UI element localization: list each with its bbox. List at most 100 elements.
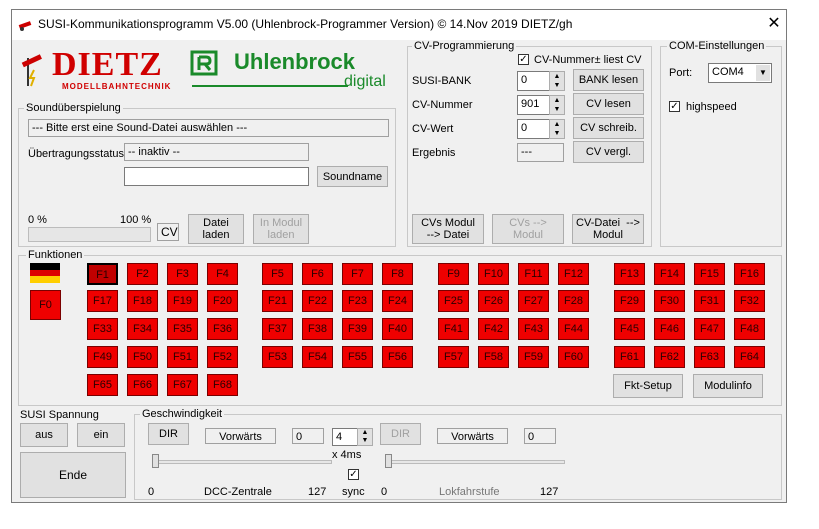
function-button-f8[interactable]: F8 (382, 263, 413, 285)
function-button-f39[interactable]: F39 (342, 318, 373, 340)
function-button-f42[interactable]: F42 (478, 318, 509, 340)
close-icon[interactable]: ✕ (764, 14, 784, 34)
lok-speed-slider[interactable] (385, 460, 565, 464)
function-button-f32[interactable]: F32 (734, 290, 765, 312)
function-button-f12[interactable]: F12 (558, 263, 589, 285)
function-button-f60[interactable]: F60 (558, 346, 589, 368)
chevron-down-icon[interactable]: ▼ (756, 65, 770, 81)
cvs-to-module-button[interactable]: CVs --> Modul (492, 214, 564, 244)
step-spinner[interactable]: ▲ ▼ (357, 428, 373, 446)
cvs-module-to-file-button[interactable]: CVs Modul --> Datei (412, 214, 484, 244)
cv-number-spinner[interactable]: ▲ ▼ (549, 95, 565, 115)
cv-value-input[interactable]: 0 (517, 119, 550, 139)
function-button-f50[interactable]: F50 (127, 346, 158, 368)
function-button-f66[interactable]: F66 (127, 374, 158, 396)
step-input[interactable]: 4 (332, 428, 358, 446)
dir-button-left[interactable]: DIR (148, 423, 189, 445)
function-button-f0[interactable]: F0 (30, 290, 61, 320)
function-button-f1[interactable]: F1 (87, 263, 118, 285)
voltage-on-button[interactable]: ein (77, 423, 125, 447)
function-button-f6[interactable]: F6 (302, 263, 333, 285)
function-button-f14[interactable]: F14 (654, 263, 685, 285)
function-button-f16[interactable]: F16 (734, 263, 765, 285)
function-button-f62[interactable]: F62 (654, 346, 685, 368)
function-button-f4[interactable]: F4 (207, 263, 238, 285)
function-button-f28[interactable]: F28 (558, 290, 589, 312)
fkt-setup-button[interactable]: Fkt-Setup (613, 374, 683, 398)
dcc-slider-thumb[interactable] (152, 454, 159, 468)
function-button-f36[interactable]: F36 (207, 318, 238, 340)
function-button-f41[interactable]: F41 (438, 318, 469, 340)
function-button-f35[interactable]: F35 (167, 318, 198, 340)
soundname-button[interactable]: Soundname (317, 166, 388, 187)
function-button-f2[interactable]: F2 (127, 263, 158, 285)
function-button-f20[interactable]: F20 (207, 290, 238, 312)
bank-input[interactable]: 0 (517, 71, 550, 91)
function-button-f25[interactable]: F25 (438, 290, 469, 312)
function-button-f40[interactable]: F40 (382, 318, 413, 340)
function-button-f31[interactable]: F31 (694, 290, 725, 312)
function-button-f43[interactable]: F43 (518, 318, 549, 340)
function-button-f5[interactable]: F5 (262, 263, 293, 285)
function-button-f19[interactable]: F19 (167, 290, 198, 312)
cv-compare-button[interactable]: CV vergl. (573, 141, 644, 163)
function-button-f44[interactable]: F44 (558, 318, 589, 340)
function-button-f30[interactable]: F30 (654, 290, 685, 312)
function-button-f21[interactable]: F21 (262, 290, 293, 312)
function-button-f57[interactable]: F57 (438, 346, 469, 368)
soundname-input[interactable] (124, 167, 309, 186)
sync-checkbox[interactable]: ✓ (348, 469, 359, 480)
function-button-f13[interactable]: F13 (614, 263, 645, 285)
function-button-f7[interactable]: F7 (342, 263, 373, 285)
function-button-f11[interactable]: F11 (518, 263, 549, 285)
function-button-f61[interactable]: F61 (614, 346, 645, 368)
highspeed-checkbox[interactable]: ✓ (669, 101, 680, 112)
function-button-f29[interactable]: F29 (614, 290, 645, 312)
german-flag-icon[interactable] (30, 263, 60, 283)
load-file-button[interactable]: Datei laden (188, 214, 244, 244)
function-button-f3[interactable]: F3 (167, 263, 198, 285)
cv-write-button[interactable]: CV schreib. (573, 117, 644, 139)
bank-read-button[interactable]: BANK lesen (573, 69, 644, 91)
function-button-f54[interactable]: F54 (302, 346, 333, 368)
lok-slider-thumb[interactable] (385, 454, 392, 468)
modulinfo-button[interactable]: Modulinfo (693, 374, 763, 398)
function-button-f24[interactable]: F24 (382, 290, 413, 312)
function-button-f46[interactable]: F46 (654, 318, 685, 340)
function-button-f52[interactable]: F52 (207, 346, 238, 368)
function-button-f23[interactable]: F23 (342, 290, 373, 312)
liest-cv-checkbox[interactable]: ✓ (518, 54, 529, 65)
function-button-f65[interactable]: F65 (87, 374, 118, 396)
function-button-f17[interactable]: F17 (87, 290, 118, 312)
function-button-f64[interactable]: F64 (734, 346, 765, 368)
function-button-f49[interactable]: F49 (87, 346, 118, 368)
function-button-f68[interactable]: F68 (207, 374, 238, 396)
function-button-f56[interactable]: F56 (382, 346, 413, 368)
dir-button-right[interactable]: DIR (380, 423, 421, 445)
function-button-f47[interactable]: F47 (694, 318, 725, 340)
function-button-f38[interactable]: F38 (302, 318, 333, 340)
bank-spinner[interactable]: ▲ ▼ (549, 71, 565, 91)
function-button-f63[interactable]: F63 (694, 346, 725, 368)
function-button-f27[interactable]: F27 (518, 290, 549, 312)
cv-file-to-module-button[interactable]: CV-Datei --> Modul (572, 214, 644, 244)
function-button-f55[interactable]: F55 (342, 346, 373, 368)
function-button-f22[interactable]: F22 (302, 290, 333, 312)
cv-number-input[interactable]: 901 (517, 95, 550, 115)
cv-value-spinner[interactable]: ▲ ▼ (549, 119, 565, 139)
function-button-f9[interactable]: F9 (438, 263, 469, 285)
cv-read-button[interactable]: CV lesen (573, 93, 644, 115)
function-button-f15[interactable]: F15 (694, 263, 725, 285)
function-button-f51[interactable]: F51 (167, 346, 198, 368)
function-button-f37[interactable]: F37 (262, 318, 293, 340)
function-button-f53[interactable]: F53 (262, 346, 293, 368)
function-button-f48[interactable]: F48 (734, 318, 765, 340)
function-button-f67[interactable]: F67 (167, 374, 198, 396)
voltage-off-button[interactable]: aus (20, 423, 68, 447)
function-button-f59[interactable]: F59 (518, 346, 549, 368)
function-button-f58[interactable]: F58 (478, 346, 509, 368)
dcc-speed-slider[interactable] (152, 460, 332, 464)
function-button-f33[interactable]: F33 (87, 318, 118, 340)
function-button-f45[interactable]: F45 (614, 318, 645, 340)
load-to-module-button[interactable]: In Modul laden (253, 214, 309, 244)
